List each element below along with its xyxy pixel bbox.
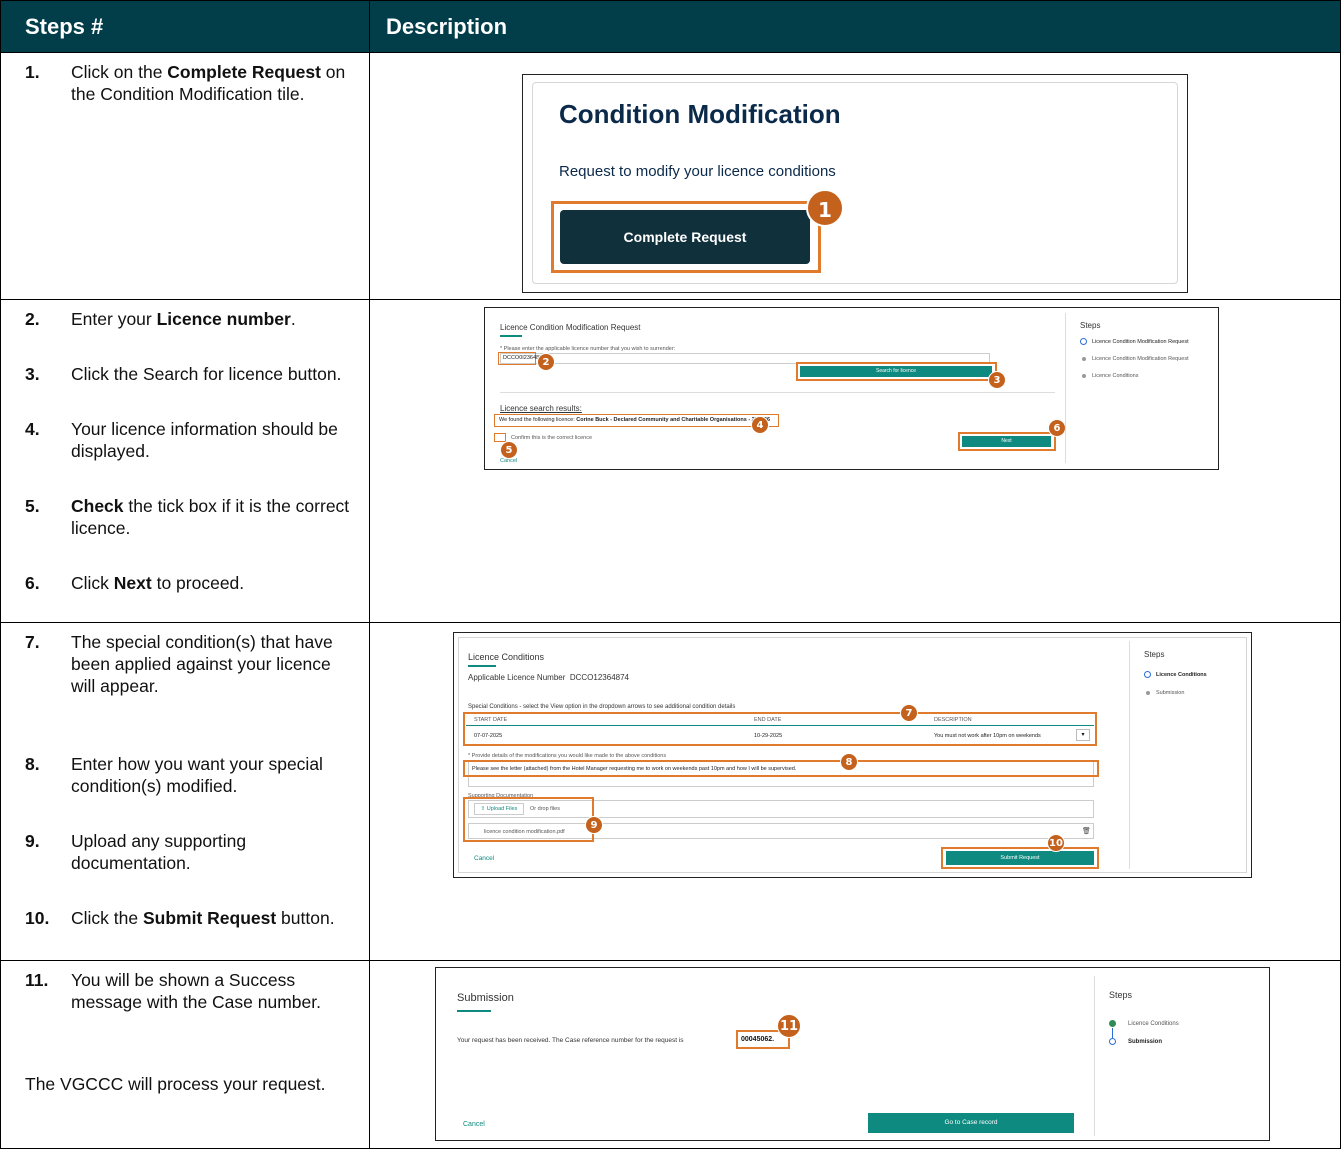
form-title: Licence Condition Modification Request — [500, 323, 641, 332]
step-item: 1. Click on the Complete Request on the … — [25, 61, 357, 105]
steps-cell-3: 7. The special condition(s) that have be… — [0, 622, 370, 961]
provide-label: * Provide details of the modifications y… — [468, 753, 667, 759]
header-row: Steps # Description — [0, 0, 1341, 53]
tile-subtitle: Request to modify your licence condition… — [559, 163, 836, 180]
callout-badge: 8 — [840, 753, 858, 771]
steps-title: Steps — [1080, 321, 1101, 330]
step-text: Click on the Complete Request on the Con… — [71, 62, 346, 104]
steps-item: Licence Conditions — [1092, 373, 1139, 379]
steps-item: Licence Condition Modification Request — [1092, 339, 1189, 345]
callout-badge: 2 — [537, 353, 555, 371]
steps-item: Submission — [1128, 1039, 1163, 1045]
callout-badge: 4 — [751, 416, 769, 434]
steps-item: Licence Conditions — [1156, 672, 1207, 678]
form-title: Submission — [457, 992, 514, 1004]
step-item: 10. Click the Submit Request button. — [25, 908, 335, 928]
callout-badge: 5 — [500, 441, 518, 459]
callout-badge: 6 — [1048, 419, 1066, 437]
steps-cell-4: 11. You will be shown a Success message … — [0, 960, 370, 1149]
steps-item: Submission — [1156, 690, 1185, 696]
row-step-11: 11. You will be shown a Success message … — [0, 960, 1341, 1149]
header-steps: Steps # — [0, 0, 370, 53]
submission-screenshot: Submission Your request has been receive… — [435, 967, 1270, 1141]
step-item: 6. Click Next to proceed. — [25, 573, 245, 593]
instruction-table: Steps # Description 1. Click on the Comp… — [0, 0, 1341, 1149]
header-description: Description — [369, 0, 1341, 53]
special-conditions-label: Special Conditions - select the View opt… — [468, 704, 736, 710]
screenshot-cell-3: Licence Conditions Applicable Licence Nu… — [369, 622, 1341, 961]
callout-badge: 1 — [806, 189, 844, 227]
cancel-link[interactable]: Cancel — [463, 1121, 485, 1128]
complete-request-button[interactable]: Complete Request — [560, 210, 810, 264]
licence-conditions-screenshot: Licence Conditions Applicable Licence Nu… — [453, 632, 1252, 878]
view-dropdown[interactable]: ▾ — [1076, 729, 1090, 741]
step-number: 1. — [25, 62, 40, 82]
confirm-label: Confirm this is the correct licence — [511, 435, 592, 441]
step-item: 7. The special condition(s) that have be… — [25, 632, 333, 696]
modification-text: Please see the letter (attached) from th… — [472, 766, 797, 772]
tile-title: Condition Modification — [559, 99, 841, 129]
row-steps-7-10: 7. The special condition(s) that have be… — [0, 622, 1341, 961]
callout-badge: 11 — [777, 1014, 801, 1038]
cancel-link[interactable]: Cancel — [500, 458, 517, 464]
step-item: 9. Upload any supporting documentation. — [25, 831, 247, 873]
process-note: The VGCCC will process your request. — [25, 1074, 326, 1094]
cancel-link[interactable]: Cancel — [474, 855, 494, 862]
step-item: 11. You will be shown a Success message … — [25, 970, 321, 1012]
steps-item: Licence Conditions — [1128, 1021, 1179, 1027]
screenshot-cell-4: Submission Your request has been receive… — [369, 960, 1341, 1149]
success-message: Your request has been received. The Case… — [457, 1037, 684, 1044]
trash-icon[interactable]: 🗑 — [1082, 827, 1091, 835]
case-number: 00045062. — [741, 1036, 775, 1043]
steps-title: Steps — [1144, 650, 1165, 659]
applicable-licence: Applicable Licence Number DCCO12364874 — [468, 673, 629, 682]
step-item: 5. Check the tick box if it is the corre… — [25, 496, 350, 538]
steps-cell-1: 1. Click on the Complete Request on the … — [0, 52, 370, 300]
steps-title: Steps — [1109, 990, 1133, 1000]
condition-modification-tile: Condition Modification Request to modify… — [522, 74, 1188, 293]
check-icon — [1109, 1020, 1116, 1027]
next-button[interactable]: Next — [962, 436, 1051, 447]
screenshot-cell-1: Condition Modification Request to modify… — [369, 52, 1341, 300]
submit-request-button[interactable]: Submit Request — [946, 851, 1094, 865]
step-item: 3. Click the Search for licence button. — [25, 364, 342, 384]
callout-badge: 3 — [988, 371, 1006, 389]
step-item: 8. Enter how you want your special condi… — [25, 754, 323, 796]
search-licence-button[interactable]: Search for licence — [800, 366, 992, 377]
step-item: 4. Your licence information should be di… — [25, 419, 338, 461]
callout-badge: 7 — [900, 704, 918, 722]
go-to-case-button[interactable]: Go to Case record — [868, 1113, 1074, 1133]
step-item: 2. Enter your Licence number. — [25, 309, 296, 329]
licence-search-screenshot: Licence Condition Modification Request *… — [484, 307, 1219, 470]
callout-badge: 9 — [585, 816, 603, 834]
steps-cell-2: 2. Enter your Licence number. 3. Click t… — [0, 299, 370, 623]
row-steps-2-6: 2. Enter your Licence number. 3. Click t… — [0, 299, 1341, 623]
row-step-1: 1. Click on the Complete Request on the … — [0, 52, 1341, 300]
results-label: Licence search results: — [500, 404, 582, 413]
screenshot-cell-2: Licence Condition Modification Request *… — [369, 299, 1341, 623]
confirm-checkbox[interactable] — [494, 433, 506, 442]
steps-item: Licence Condition Modification Request — [1092, 356, 1189, 362]
result-line: We found the following licence: Corine B… — [499, 417, 771, 423]
callout-badge: 10 — [1047, 834, 1065, 852]
form-title: Licence Conditions — [468, 652, 545, 662]
